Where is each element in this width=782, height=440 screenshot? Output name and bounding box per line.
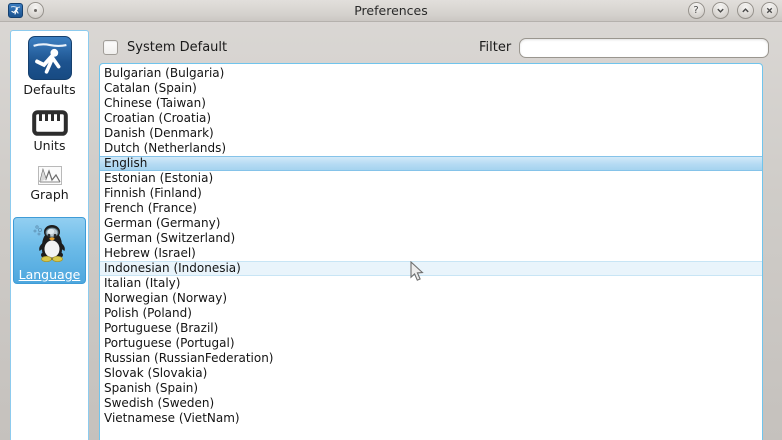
list-item[interactable]: Slovak (Slovakia) (100, 366, 762, 381)
language-list[interactable]: Bulgarian (Bulgaria)Catalan (Spain)Chine… (99, 63, 763, 440)
list-item[interactable]: Danish (Denmark) (100, 126, 762, 141)
sidebar-item-units[interactable]: Units (13, 110, 86, 153)
titlebar[interactable]: Preferences ? (0, 0, 782, 22)
list-item[interactable]: Finnish (Finland) (100, 186, 762, 201)
chevron-up-icon (741, 6, 750, 15)
list-item[interactable]: English (100, 156, 762, 171)
list-item[interactable]: Croatian (Croatia) (100, 111, 762, 126)
list-item[interactable]: Chinese (Taiwan) (100, 96, 762, 111)
list-item[interactable]: Swedish (Sweden) (100, 396, 762, 411)
close-button[interactable] (761, 2, 778, 19)
window-title: Preferences (0, 3, 782, 18)
list-item[interactable]: German (Germany) (100, 216, 762, 231)
list-item[interactable]: German (Switzerland) (100, 231, 762, 246)
list-item[interactable]: Catalan (Spain) (100, 81, 762, 96)
minimize-button[interactable] (712, 2, 729, 19)
system-default-label: System Default (127, 40, 227, 55)
sidebar-item-label: Language (19, 267, 81, 282)
sidebar-item-defaults[interactable]: Defaults (13, 36, 86, 97)
maximize-button[interactable] (737, 2, 754, 19)
sidebar-item-label: Defaults (23, 82, 75, 97)
help-icon: ? (693, 6, 698, 16)
list-item[interactable]: Estonian (Estonia) (100, 171, 762, 186)
list-item[interactable]: Portuguese (Portugal) (100, 336, 762, 351)
ruler-icon (32, 110, 68, 136)
list-item[interactable]: Norwegian (Norway) (100, 291, 762, 306)
preferences-window: { "window": { "title": "Preferences", "a… (0, 0, 782, 440)
close-icon (765, 6, 774, 15)
sidebar: Defaults Units Graph (10, 30, 89, 440)
filter-input[interactable] (519, 38, 769, 58)
sidebar-item-label: Units (34, 138, 66, 153)
list-item[interactable]: Bulgarian (Bulgaria) (100, 66, 762, 81)
list-item[interactable]: Russian (RussianFederation) (100, 351, 762, 366)
sidebar-item-graph[interactable]: Graph (13, 166, 86, 202)
tux-penguin-icon (27, 219, 73, 265)
list-item[interactable]: Portuguese (Brazil) (100, 321, 762, 336)
system-default-checkbox[interactable] (103, 40, 118, 55)
filter-label: Filter (479, 38, 511, 58)
list-item[interactable]: Hebrew (Israel) (100, 246, 762, 261)
sidebar-item-label: Graph (30, 187, 68, 202)
list-item[interactable]: Spanish (Spain) (100, 381, 762, 396)
list-item[interactable]: Polish (Poland) (100, 306, 762, 321)
chevron-down-icon (716, 6, 725, 15)
profile-graph-icon (38, 166, 62, 185)
list-item[interactable]: Dutch (Netherlands) (100, 141, 762, 156)
help-button[interactable]: ? (688, 2, 705, 19)
list-item[interactable]: Indonesian (Indonesia) (100, 261, 762, 276)
list-item[interactable]: Italian (Italy) (100, 276, 762, 291)
list-item[interactable]: Vietnamese (VietNam) (100, 411, 762, 426)
diver-icon (28, 36, 72, 80)
sidebar-item-language[interactable]: Language (13, 217, 86, 284)
list-item[interactable]: French (France) (100, 201, 762, 216)
